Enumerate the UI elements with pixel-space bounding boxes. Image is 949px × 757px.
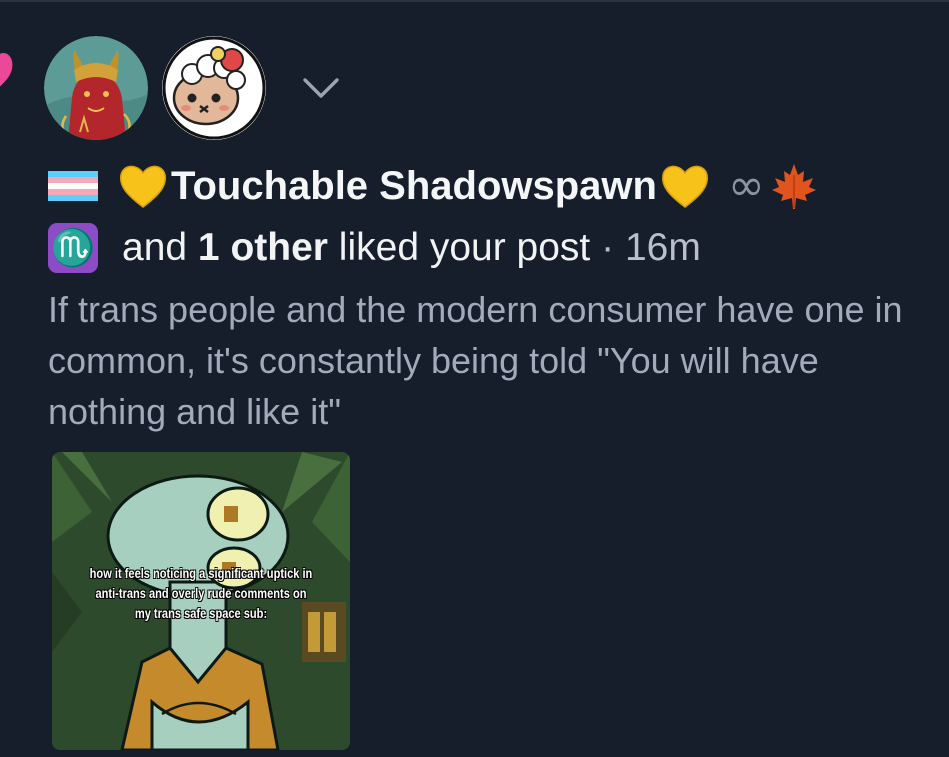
avatar-row <box>44 34 346 142</box>
transgender-flag-icon <box>48 171 98 201</box>
cartoon-sheep-avatar[interactable] <box>162 36 266 140</box>
yellow-heart-icon <box>119 165 167 208</box>
others-count[interactable]: 1 other <box>198 226 328 270</box>
actor-name-line: Touchable Shadowspawn ∞ <box>48 158 819 214</box>
red-devil-avatar[interactable] <box>44 36 148 140</box>
activity-summary: ♏ and 1 other liked your post · 16m <box>48 220 701 276</box>
activity-conjunction: and <box>122 226 188 269</box>
notification-item[interactable]: Touchable Shadowspawn ∞ ♏ and 1 other li… <box>0 0 949 757</box>
scorpio-icon: ♏ <box>48 223 98 273</box>
caption-line: anti-trans and overly rude comments on <box>95 586 307 601</box>
yellow-heart-icon <box>661 165 709 208</box>
expand-avatars-button[interactable] <box>296 63 346 113</box>
timestamp: 16m <box>624 226 701 269</box>
infinity-icon: ∞ <box>727 160 765 211</box>
meme-caption: how it feels noticing a significant upti… <box>79 564 323 624</box>
actor-display-name[interactable]: Touchable Shadowspawn <box>171 164 657 209</box>
separator-dot: · <box>601 226 615 269</box>
caption-line: how it feels noticing a significant upti… <box>89 566 313 581</box>
caption-line: my trans safe space sub: <box>134 606 268 621</box>
activity-action: liked your post <box>338 226 591 269</box>
post-preview-text[interactable]: If trans people and the modern consumer … <box>48 284 928 437</box>
heart-icon <box>0 53 13 87</box>
chevron-down-icon <box>303 78 339 98</box>
post-image-thumbnail[interactable]: how it feels noticing a significant upti… <box>52 452 350 750</box>
maple-leaf-icon <box>771 164 816 209</box>
